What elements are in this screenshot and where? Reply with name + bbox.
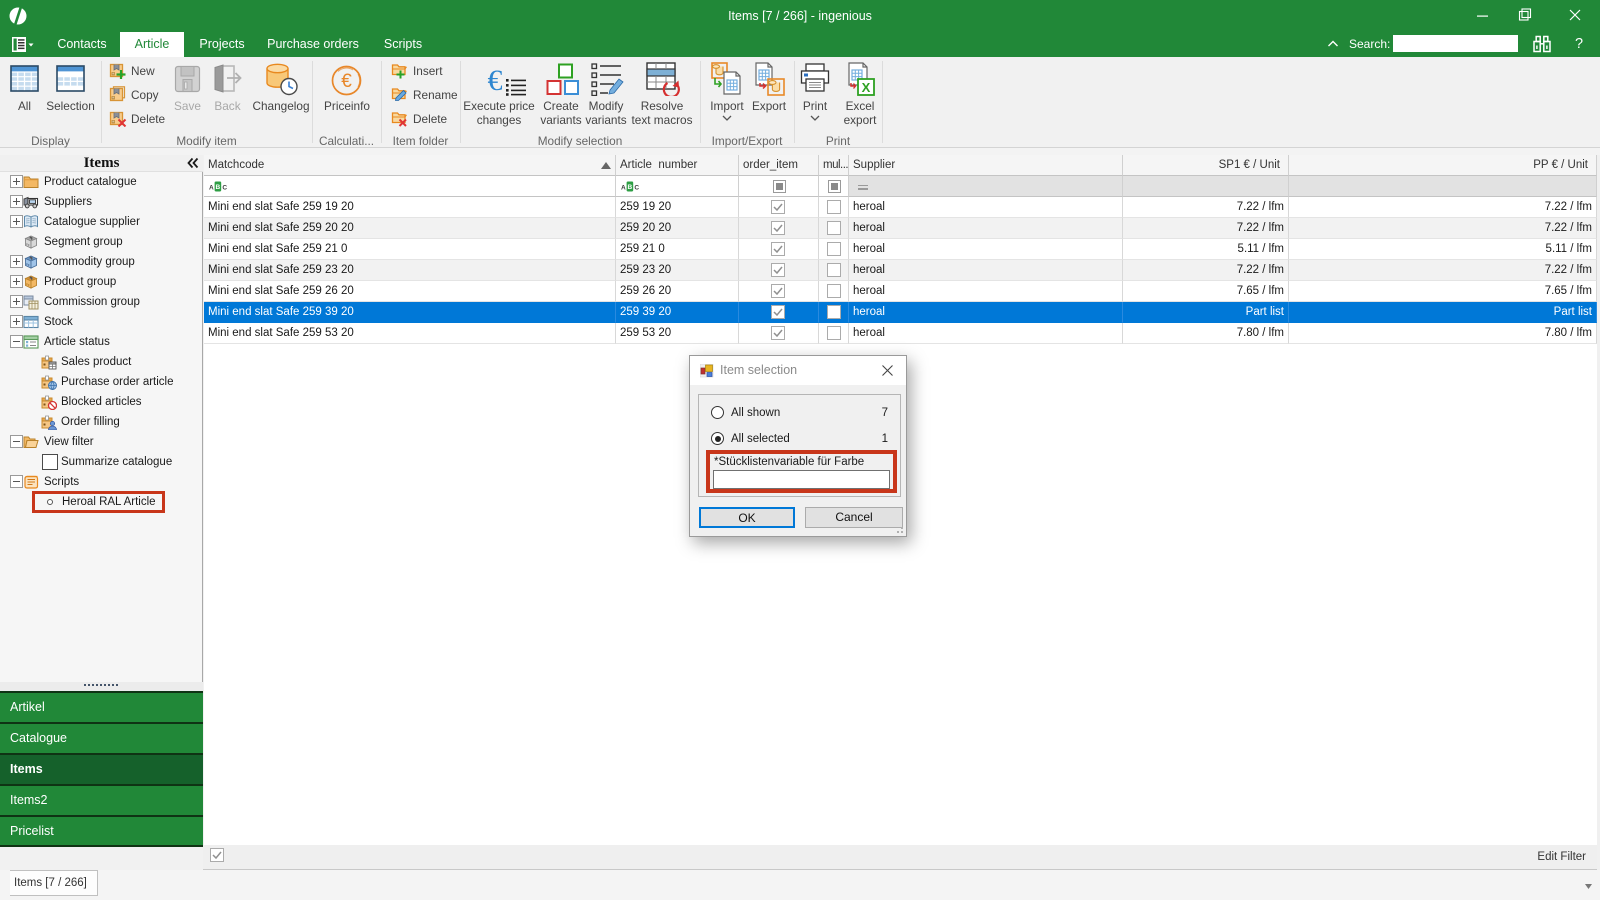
- svg-text:B: B: [628, 184, 633, 191]
- svg-text:€: €: [488, 64, 503, 96]
- svg-text:C: C: [634, 185, 639, 192]
- svg-text:A: A: [209, 185, 214, 192]
- svg-text:A: A: [621, 185, 626, 192]
- svg-text:X: X: [862, 80, 871, 95]
- svg-text:€: €: [341, 71, 352, 92]
- svg-text:C: C: [222, 185, 227, 192]
- svg-text:B: B: [216, 184, 221, 191]
